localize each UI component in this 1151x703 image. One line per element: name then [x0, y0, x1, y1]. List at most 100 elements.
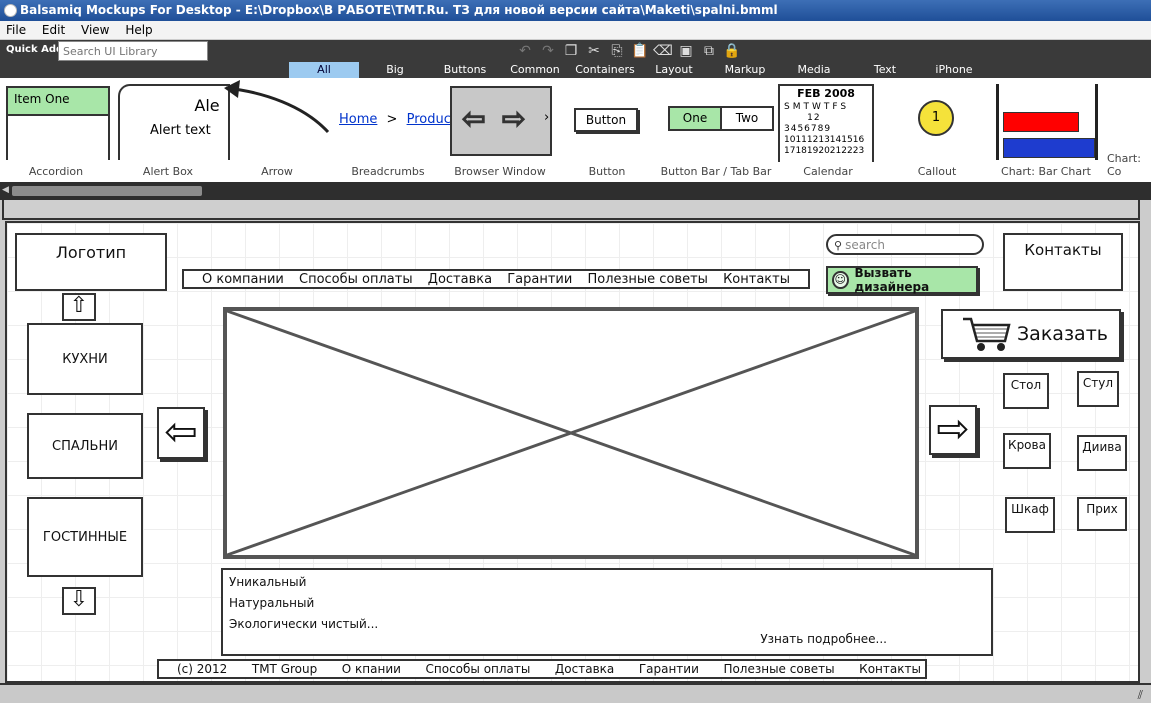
mock-contacts-box[interactable]: Контакты [1003, 233, 1123, 291]
arrow-down-icon[interactable]: ⇩ [62, 587, 96, 615]
mock-category-kitchens[interactable]: КУХНИ [27, 323, 143, 395]
toolbar: Quick Add: ↶ ↷ ❐ ✂ ⎘ 📋 ⌫ ▣ ⧉ 🔒 [0, 40, 1151, 62]
chart-bar-blue [1003, 138, 1095, 158]
library-item-accordion[interactable]: Item One Accordion [0, 78, 112, 182]
mock-nav-item: Способы оплаты [299, 271, 413, 287]
library-item-breadcrumbs[interactable]: Home > Product Breadcrumbs [330, 78, 456, 182]
library-item-arrow[interactable]: Arrow [224, 78, 330, 182]
mock-image-placeholder[interactable] [223, 307, 919, 559]
lock-icon[interactable]: 🔒 [722, 41, 742, 61]
mock-side-item[interactable]: Стол [1003, 373, 1049, 409]
tab-media[interactable]: Media [790, 62, 838, 78]
calendar-row: 3456789 [784, 124, 832, 134]
canvas-bottom-bar: ⫽ [0, 683, 1151, 703]
tab-iphone[interactable]: iPhone [930, 62, 978, 78]
mock-side-item[interactable]: Стул [1077, 371, 1119, 407]
tab-buttons[interactable]: Buttons [438, 62, 492, 78]
library-caption: Arrow [261, 165, 293, 178]
mock-designer-label: Вызвать дизайнера [854, 266, 930, 294]
tab-big[interactable]: Big [372, 62, 418, 78]
tab-containers[interactable]: Containers [573, 62, 637, 78]
menu-edit[interactable]: Edit [36, 21, 71, 40]
copy-icon[interactable]: ⎘ [607, 41, 627, 61]
menu-bar: File Edit View Help [0, 21, 1151, 40]
resize-grip-icon[interactable]: ⫽ [1138, 688, 1143, 703]
tab-layout[interactable]: Layout [650, 62, 698, 78]
chart-bar-red [1003, 112, 1079, 132]
scroll-left-icon[interactable]: ◀ [2, 185, 9, 195]
library-item-browser-window[interactable]: ⇦ ⇨ › Browser Window [446, 78, 554, 182]
arrow-up-icon[interactable]: ⇧ [62, 293, 96, 321]
mock-text-block[interactable]: Уникальный Натуральный Экологически чист… [221, 568, 993, 656]
library-caption: Calendar [803, 165, 853, 178]
library-caption: Browser Window [454, 165, 546, 178]
mock-side-item[interactable]: Крова [1003, 433, 1051, 469]
mock-category-living[interactable]: ГОСТИННЫЕ [27, 497, 143, 577]
mock-nav-item: Доставка [427, 271, 493, 287]
group-icon[interactable]: ▣ [676, 41, 696, 61]
mock-footer[interactable]: (c) 2012 TMT Group О кпании Способы опла… [157, 659, 927, 679]
cut-icon[interactable]: ✂ [584, 41, 604, 61]
ui-library-strip: Item One Accordion Ale Alert text Alert … [0, 78, 1151, 182]
mock-search-field[interactable]: ⚲ search [826, 234, 984, 255]
library-item-alert-box[interactable]: Ale Alert text Alert Box [112, 78, 230, 182]
mock-footer-item: (c) 2012 [177, 662, 228, 676]
tab-text[interactable]: Text [864, 62, 906, 78]
mock-footer-item: Контакты [859, 662, 921, 676]
ungroup-icon[interactable]: ⧉ [699, 41, 719, 61]
mock-top-nav[interactable]: О компании Способы оплаты Доставка Гаран… [182, 269, 810, 289]
toolbar-icons: ↶ ↷ ❐ ✂ ⎘ 📋 ⌫ ▣ ⧉ 🔒 [515, 41, 742, 61]
mock-footer-item: Полезные советы [723, 662, 835, 676]
calendar-row: 12 [784, 113, 821, 123]
library-scrollbar[interactable]: ◀ [0, 182, 1151, 200]
redo-icon[interactable]: ↷ [538, 41, 558, 61]
mockup-page[interactable]: Логотип О компании Способы оплаты Достав… [5, 221, 1140, 683]
library-item-button[interactable]: Button Button [554, 78, 660, 182]
paste-icon[interactable]: 📋 [630, 41, 650, 61]
buttonbar-one: One [670, 108, 722, 129]
smiley-icon: ☺ [832, 271, 849, 289]
mock-footer-item: О кпании [341, 662, 401, 676]
mock-nav-item: Полезные советы [587, 271, 708, 287]
menu-view[interactable]: View [75, 21, 115, 40]
app-icon [4, 4, 17, 17]
scroll-thumb[interactable] [12, 186, 202, 196]
mock-side-item[interactable]: Шкаф [1005, 497, 1055, 533]
library-item-callout[interactable]: 1 Callout [884, 78, 990, 182]
breadcrumb-home: Home [339, 112, 378, 127]
back-arrow-icon: ⇦ [461, 101, 486, 136]
arrow-left-icon[interactable]: ⇦ [157, 407, 205, 459]
mock-order-label: Заказать [1017, 323, 1108, 345]
mock-order-button[interactable]: Заказать [941, 309, 1121, 359]
library-item-chart-next[interactable]: Chart: Co [1102, 78, 1151, 182]
undo-icon[interactable]: ↶ [515, 41, 535, 61]
eraser-icon[interactable]: ⌫ [653, 41, 673, 61]
library-item-bar-chart[interactable]: Chart: Bar Chart [990, 78, 1102, 182]
library-caption: Chart: Bar Chart [1001, 165, 1091, 178]
alert-title: Ale [194, 96, 220, 115]
quick-add-input[interactable] [58, 41, 208, 61]
tab-common[interactable]: Common [506, 62, 564, 78]
mock-nav-item: О компании [202, 271, 284, 287]
menu-help[interactable]: Help [119, 21, 158, 40]
mock-footer-item: Способы оплаты [425, 662, 531, 676]
library-item-calendar[interactable]: FEB 2008 SMTWTFS 12 3456789 101112131415… [772, 78, 884, 182]
canvas-ruler [2, 200, 1140, 220]
library-item-button-bar[interactable]: One Two Button Bar / Tab Bar [660, 78, 774, 182]
mock-side-item[interactable]: Диива [1077, 435, 1127, 471]
mock-footer-item: Доставка [554, 662, 615, 676]
tab-all[interactable]: All [289, 62, 359, 78]
mockup-canvas: Логотип О компании Способы оплаты Достав… [0, 200, 1151, 703]
mock-designer-button[interactable]: ☺ Вызвать дизайнера [826, 266, 978, 294]
mock-footer-item: Гарантии [638, 662, 699, 676]
callout-badge: 1 [918, 100, 954, 136]
duplicate-icon[interactable]: ❐ [561, 41, 581, 61]
mock-category-bedrooms[interactable]: СПАЛЬНИ [27, 413, 143, 479]
library-caption: Button Bar / Tab Bar [660, 165, 772, 178]
tab-markup[interactable]: Markup [718, 62, 772, 78]
arrow-right-icon[interactable]: ⇨ [929, 405, 977, 455]
title-bar: Balsamiq Mockups For Desktop - E:\Dropbo… [0, 0, 1151, 21]
mock-side-item[interactable]: Прих [1077, 497, 1127, 531]
menu-file[interactable]: File [0, 21, 32, 40]
mock-logo[interactable]: Логотип [15, 233, 167, 291]
